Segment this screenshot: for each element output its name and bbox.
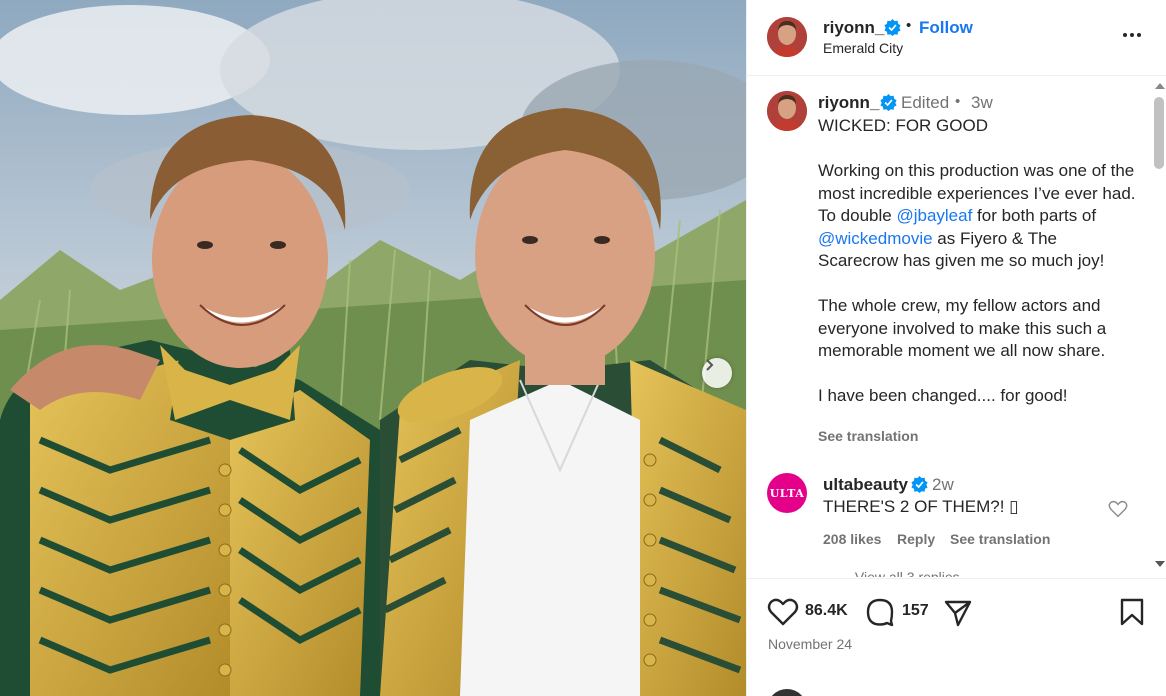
caption-timestamp[interactable]: 3w <box>971 93 993 113</box>
caption-paragraph-2: The whole crew, my fellow actors and eve… <box>818 296 1107 360</box>
like-heart-icon[interactable] <box>767 597 799 627</box>
more-options-icon[interactable] <box>1121 24 1143 46</box>
post-date[interactable]: November 24 <box>768 636 852 652</box>
view-replies-link[interactable]: —— View all 3 replies <box>823 569 960 577</box>
scroll-down-arrow-icon[interactable] <box>1155 561 1165 567</box>
mention-wickedmovie[interactable]: @wickedmovie <box>818 229 933 248</box>
comments-count[interactable]: 157 <box>902 602 929 620</box>
caption-author-avatar[interactable] <box>767 91 807 131</box>
separator-dot: • <box>906 17 912 34</box>
verified-badge-icon <box>911 476 928 493</box>
post-photo[interactable] <box>0 0 746 696</box>
separator-dot: • <box>955 93 961 110</box>
comment-see-translation-link[interactable]: See translation <box>950 531 1050 547</box>
photo-illustration <box>0 0 746 696</box>
caption-username[interactable]: riyonn_ <box>818 93 879 113</box>
scroll-up-arrow-icon[interactable] <box>1155 83 1165 89</box>
post-location[interactable]: Emerald City <box>823 40 903 56</box>
caption-see-translation-link[interactable]: See translation <box>818 428 918 444</box>
comments-scrollbar[interactable] <box>1151 77 1166 577</box>
follow-button[interactable]: Follow <box>919 18 973 38</box>
chevron-right-icon <box>706 359 714 371</box>
scrollbar-thumb[interactable] <box>1154 97 1164 169</box>
caption-text-part: for both parts of <box>972 206 1097 225</box>
author-avatar[interactable] <box>767 17 807 57</box>
carousel-next-button[interactable] <box>702 358 732 388</box>
caption-text: WICKED: FOR GOOD Working on this product… <box>818 115 1138 408</box>
verified-badge-icon <box>880 94 897 111</box>
share-send-icon[interactable] <box>943 598 973 628</box>
commenter-avatar[interactable]: ULTA <box>767 473 807 513</box>
caption-paragraph-1: Working on this production was one of th… <box>818 160 1138 273</box>
avatar-image <box>767 17 807 57</box>
comment-text: THERE'S 2 OF THEM?! ▯ <box>823 497 1019 516</box>
commenter-username[interactable]: ultabeauty <box>823 475 908 495</box>
mention-jbayleaf[interactable]: @jbayleaf <box>896 206 972 225</box>
comment-timestamp[interactable]: 2w <box>932 475 954 495</box>
verified-badge-icon <box>884 19 901 36</box>
likes-count[interactable]: 86.4K <box>805 602 848 620</box>
next-post-avatar-peek <box>767 689 807 696</box>
comment-like-heart-icon[interactable] <box>1107 498 1129 520</box>
caption-title: WICKED: FOR GOOD <box>818 116 988 135</box>
post-header: riyonn_ • Follow Emerald City <box>747 0 1166 76</box>
comments-section[interactable]: riyonn_ Edited • 3w WICKED: FOR GOOD Wor… <box>747 77 1166 577</box>
avatar-image <box>767 91 807 131</box>
post-side-panel: riyonn_ • Follow Emerald City riyonn_ Ed… <box>746 0 1166 696</box>
author-username[interactable]: riyonn_ <box>823 18 884 38</box>
post-actions-bar: 86.4K 157 November 24 <box>747 578 1166 696</box>
ulta-logo: ULTA <box>769 486 805 500</box>
edited-label: Edited <box>901 93 950 112</box>
comment-bubble-icon[interactable] <box>865 597 895 627</box>
caption-paragraph-3: I have been changed.... for good! <box>818 386 1068 405</box>
comment-likes-count[interactable]: 208 likes <box>823 531 881 547</box>
save-bookmark-icon[interactable] <box>1119 598 1145 626</box>
comment-reply-button[interactable]: Reply <box>897 531 935 547</box>
